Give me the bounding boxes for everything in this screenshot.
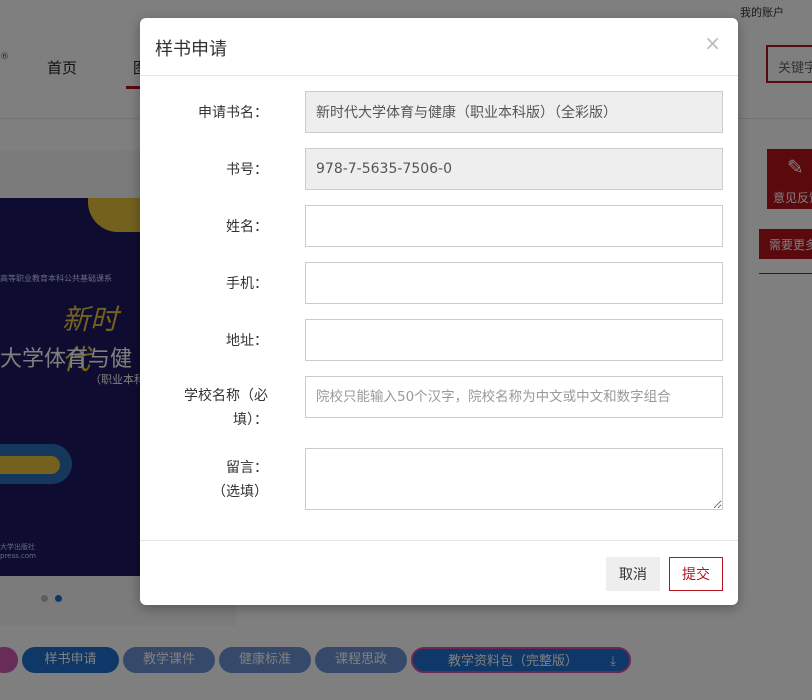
message-field[interactable] (305, 448, 723, 510)
book-name-label: 申请书名： (198, 105, 268, 121)
sample-request-dialog: 样书申请 × 申请书名： 书号： 姓名： 手机： 地址： 学校名称（必 填）： … (140, 18, 738, 605)
close-icon[interactable]: × (704, 32, 721, 54)
cancel-button[interactable]: 取消 (606, 557, 660, 591)
dialog-title: 样书申请 (155, 39, 227, 60)
book-name-field[interactable] (305, 91, 723, 133)
isbn-field[interactable] (305, 148, 723, 190)
submit-button[interactable]: 提交 (669, 557, 723, 591)
school-label: 学校名称（必 填）： (184, 388, 268, 428)
isbn-label: 书号： (226, 162, 268, 178)
message-label: 留言： （选填） (212, 460, 268, 500)
address-field[interactable] (305, 319, 723, 361)
name-label: 姓名： (226, 219, 268, 235)
name-field[interactable] (305, 205, 723, 247)
dialog-footer: 取消 提交 (140, 540, 738, 606)
phone-label: 手机： (226, 276, 268, 292)
school-field[interactable] (305, 376, 723, 418)
dialog-header: 样书申请 × (140, 18, 738, 76)
address-label: 地址： (226, 333, 268, 349)
phone-field[interactable] (305, 262, 723, 304)
